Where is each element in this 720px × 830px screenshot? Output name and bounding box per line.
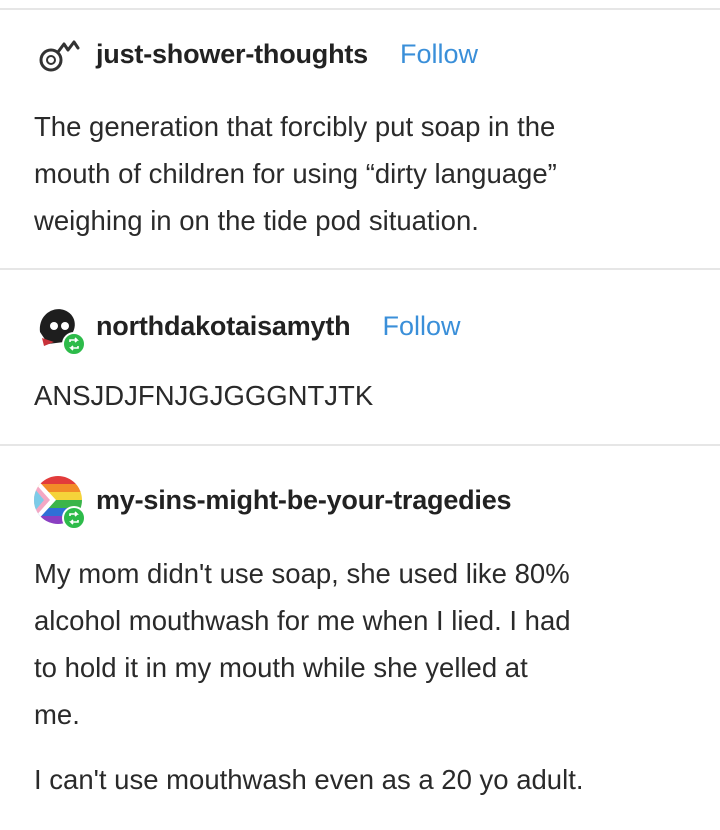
- reblog-icon: [62, 332, 86, 356]
- tumblr-post-thread: just-shower-thoughts Follow The generati…: [0, 0, 720, 830]
- top-divider: [0, 8, 720, 10]
- username-link[interactable]: northdakotaisamyth: [96, 311, 351, 342]
- username-link[interactable]: my-sins-might-be-your-tragedies: [96, 485, 512, 516]
- pride-flag-avatar-icon[interactable]: [34, 476, 86, 530]
- reblog-icon: [62, 506, 86, 530]
- username-link[interactable]: just-shower-thoughts: [96, 39, 368, 70]
- post-text-line: weighing in on the tide pod situation.: [34, 205, 479, 236]
- post-text-line: mouth of children for using “dirty langu…: [34, 158, 557, 189]
- post-body-2: ANSJDJFNJGJGGGNTJTK: [34, 372, 694, 419]
- post-text-line: me.: [34, 699, 80, 730]
- post-text-line: alcohol mouthwash for me when I lied. I …: [34, 605, 571, 636]
- post-header-1: just-shower-thoughts Follow: [34, 30, 478, 78]
- post-divider: [0, 268, 720, 270]
- post-text-line: My mom didn't use soap, she used like 80…: [34, 558, 570, 589]
- follow-button[interactable]: Follow: [382, 311, 460, 342]
- post-divider: [0, 444, 720, 446]
- lightbulb-avatar-icon[interactable]: [34, 30, 82, 78]
- post-text-line: to hold it in my mouth while she yelled …: [34, 652, 528, 683]
- post-header-3: my-sins-might-be-your-tragedies: [34, 476, 512, 530]
- post-body-3: My mom didn't use soap, she used like 80…: [34, 550, 694, 803]
- post-body-1: The generation that forcibly put soap in…: [34, 103, 694, 244]
- post-text-line: I can't use mouthwash even as a 20 yo ad…: [34, 764, 584, 795]
- post-text-line: ANSJDJFNJGJGGGNTJTK: [34, 380, 374, 411]
- skull-avatar-icon[interactable]: [34, 302, 86, 356]
- follow-button[interactable]: Follow: [400, 39, 478, 70]
- post-header-2: northdakotaisamyth Follow: [34, 302, 460, 356]
- post-text-line: The generation that forcibly put soap in…: [34, 111, 556, 142]
